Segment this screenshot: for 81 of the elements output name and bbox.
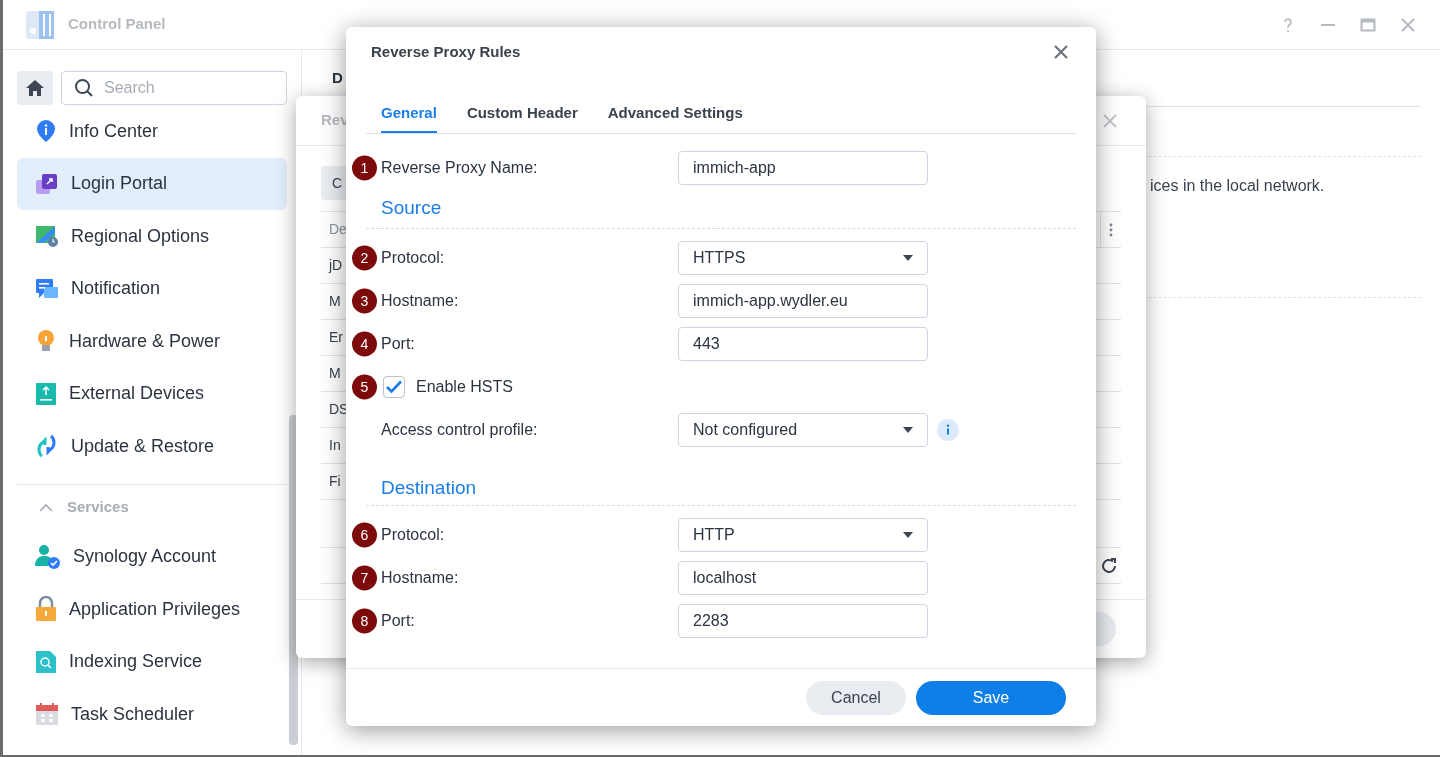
close-icon[interactable] (1102, 112, 1118, 129)
cancel-button[interactable]: Cancel (806, 680, 906, 715)
sidebar-item[interactable]: Update & Restore (17, 420, 287, 473)
number-badge: 6 (352, 522, 377, 547)
section-heading: Source (381, 196, 442, 221)
caret-icon (903, 254, 913, 261)
check-icon (386, 380, 402, 393)
field-label: Hostname: (381, 290, 460, 311)
calendar-icon (35, 702, 59, 727)
number-badge: 8 (352, 608, 377, 633)
field-label: Reverse Proxy Name: (381, 157, 539, 178)
portal-icon (35, 171, 59, 196)
sidebar-item[interactable]: Info Center (17, 105, 287, 158)
chat-bubbles-icon (35, 276, 59, 301)
user-check-icon (35, 543, 61, 570)
input-field[interactable]: immich-app.wydler.eu (678, 283, 928, 318)
sidebar-item[interactable]: Application Privileges (17, 583, 287, 636)
sidebar-item[interactable]: Login Portal (17, 157, 287, 210)
table-cell-text: jD (329, 256, 343, 275)
section-heading: Destination (381, 475, 477, 500)
table-cell-text: Fi (329, 472, 341, 491)
sidebar-item[interactable]: Hardware & Power (17, 315, 287, 368)
field-label: Protocol: (381, 247, 446, 268)
kebab-icon[interactable] (1109, 222, 1113, 237)
field-label: Protocol: (381, 524, 446, 545)
table-cell-text: M (329, 292, 341, 311)
number-badge: 5 (352, 374, 377, 399)
map-clock-icon (35, 224, 59, 249)
refresh-icon[interactable] (1100, 556, 1118, 575)
home-icon (25, 79, 45, 97)
dropdown[interactable]: HTTP (678, 517, 928, 552)
number-badge: 2 (352, 245, 377, 270)
search-document-icon (35, 649, 57, 674)
chevron-icon (39, 502, 53, 513)
sidebar-item[interactable]: Notification (17, 262, 287, 315)
number-badge: 1 (352, 155, 377, 180)
number-badge: 7 (352, 565, 377, 590)
sidebar-item[interactable]: Indexing Service (17, 635, 287, 688)
table-cell-text: In (329, 436, 341, 455)
input-field[interactable]: immich-app (678, 150, 928, 185)
footer-button[interactable] (1096, 612, 1116, 646)
input-field[interactable]: 443 (678, 326, 928, 361)
control-panel-logo (24, 9, 56, 40)
light-bulb-icon (35, 329, 57, 354)
table-cell-text: M (329, 364, 341, 383)
column-header: De (329, 220, 347, 239)
input-field[interactable]: localhost (678, 560, 928, 595)
search-icon (74, 78, 94, 98)
description-text: ices in the local network. (1150, 177, 1325, 194)
dialog-title: Reverse Proxy Rules (371, 41, 521, 62)
dropdown[interactable]: HTTPS (678, 240, 928, 275)
number-badge: 4 (352, 331, 377, 356)
table-cell-text: Er (329, 328, 343, 347)
input-field[interactable]: 2283 (678, 603, 928, 638)
search-field[interactable]: Search (61, 71, 287, 105)
sidebar-item[interactable]: External Devices (17, 367, 287, 420)
field-label: Access control profile: (381, 419, 539, 440)
tab[interactable]: General (381, 95, 437, 133)
field-label: Port: (381, 333, 416, 354)
tab[interactable]: Advanced Settings (607, 95, 743, 133)
sidebar-item[interactable]: Regional Options (17, 210, 287, 263)
checkbox[interactable]: Enable HSTS (383, 374, 513, 399)
field-label: Port: (381, 610, 416, 631)
close-icon[interactable] (1053, 44, 1069, 60)
caret-icon (903, 426, 913, 433)
section-title: D (332, 67, 343, 88)
info-pin-icon (35, 119, 57, 144)
sidebar-item[interactable]: Task Scheduler (17, 688, 287, 741)
padlock-icon (35, 596, 57, 623)
sidebar-item[interactable]: Synology Account (17, 530, 287, 583)
field-label: Hostname: (381, 567, 460, 588)
save-button[interactable]: Save (916, 680, 1066, 715)
home-button[interactable] (17, 71, 53, 105)
caret-icon (903, 531, 913, 538)
info-icon[interactable] (937, 418, 959, 441)
tab[interactable]: Custom Header (466, 95, 578, 133)
toolbar-button[interactable]: C (321, 166, 346, 200)
upload-drive-icon (35, 381, 57, 406)
dropdown[interactable]: Not configured (678, 412, 928, 447)
window-title: Control Panel (68, 14, 166, 35)
number-badge: 3 (352, 288, 377, 313)
